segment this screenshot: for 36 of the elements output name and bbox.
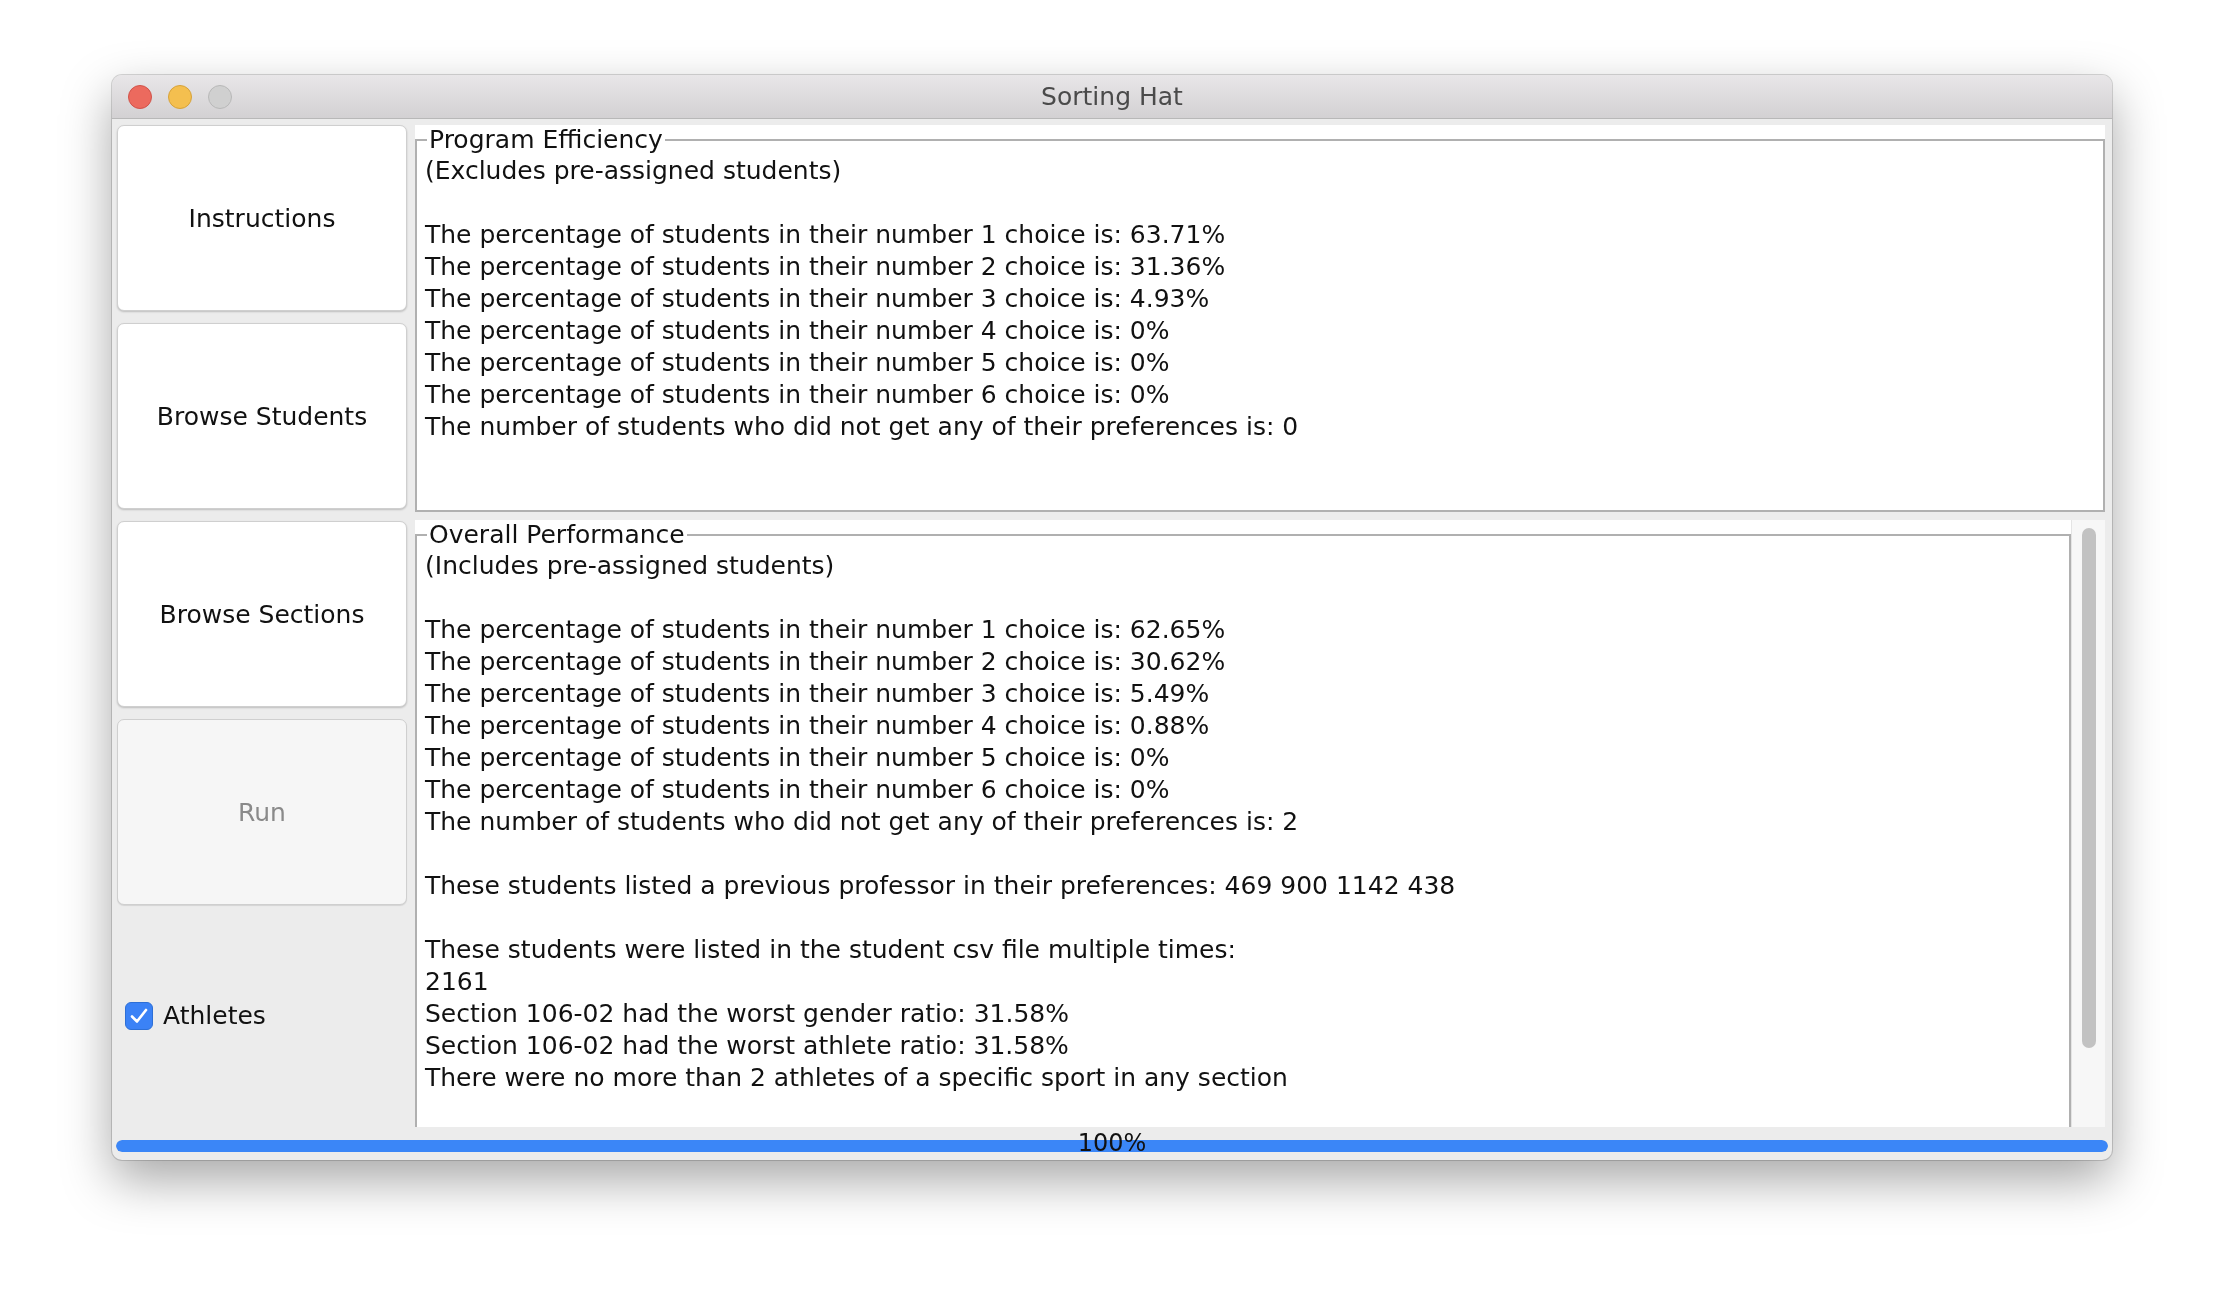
minimize-button[interactable] — [168, 84, 192, 109]
output-line: Section 106-02 had the worst gender ratio: 31.58% — [425, 998, 1070, 1030]
output-line: The percentage of students in their number 6 choice is: 0% — [425, 379, 1171, 411]
output-line: 2161 — [425, 966, 490, 998]
scrollbar-thumb[interactable] — [2081, 528, 2096, 1048]
output-line: There were no more than 2 athletes of a specific sport in any section — [425, 1062, 1289, 1094]
panel-title: Program Efficiency — [428, 125, 664, 155]
output-line: The percentage of students in their number 2 choice is: 30.62% — [425, 646, 1227, 678]
panel-title: Overall Performance — [428, 520, 686, 550]
zoom-button[interactable] — [208, 84, 232, 109]
side-button[interactable]: Browse Sections — [117, 521, 407, 707]
output-line: (Includes pre-assigned students) — [425, 550, 836, 582]
window-title: Sorting Hat — [1041, 82, 1183, 111]
output-line: The percentage of students in their number 4 choice is: 0% — [425, 315, 1171, 347]
close-button[interactable] — [128, 84, 152, 109]
side-button[interactable]: Instructions — [117, 125, 407, 311]
output-line: The number of students who did not get any of their preferences is: 2 — [425, 806, 1300, 838]
output-line: The percentage of students in their number 3 choice is: 4.93% — [425, 283, 1211, 315]
output-line: These students were listed in the student csv file multiple times: — [425, 934, 1237, 966]
output-line: The number of students who did not get any of their preferences is: 0 — [425, 411, 1300, 443]
output-line: Section 106-02 had the worst athlete ratio: 31.58% — [425, 1030, 1070, 1062]
output-line: The percentage of students in their number 5 choice is: 0% — [425, 742, 1171, 774]
output-line: The percentage of students in their number 2 choice is: 31.36% — [425, 251, 1227, 283]
athletes-checkbox[interactable] — [125, 1001, 153, 1030]
checkbox-label: Athletes — [163, 1001, 266, 1030]
output-line: The percentage of students in their number 5 choice is: 0% — [425, 347, 1171, 379]
output-line: The percentage of students in their number 1 choice is: 63.71% — [425, 219, 1227, 251]
output-line: These students listed a previous professor in their preferences: 469 900 1142 438 — [425, 870, 1457, 902]
scrollbar[interactable] — [2071, 520, 2105, 1127]
output-line: The percentage of students in their number 4 choice is: 0.88% — [425, 710, 1211, 742]
output-line: The percentage of students in their number 6 choice is: 0% — [425, 774, 1171, 806]
output-line: The percentage of students in their number 3 choice is: 5.49% — [425, 678, 1211, 710]
check-icon — [130, 1007, 148, 1024]
side-button[interactable]: Browse Students — [117, 323, 407, 509]
output-line: (Excludes pre-assigned students) — [425, 155, 843, 187]
output-line: The percentage of students in their number 1 choice is: 62.65% — [425, 614, 1227, 646]
